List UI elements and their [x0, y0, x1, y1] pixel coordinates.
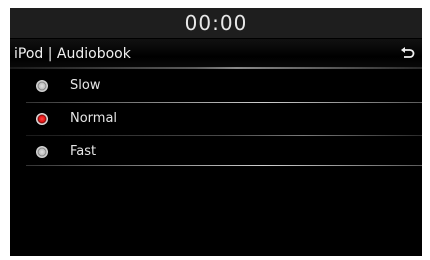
header-divider: [10, 67, 422, 69]
option-label-normal: Normal: [70, 111, 118, 126]
clock: 00:00: [184, 11, 248, 35]
radio-button-normal[interactable]: [36, 113, 48, 125]
radio-button-fast[interactable]: [36, 146, 48, 158]
back-button[interactable]: [400, 46, 416, 62]
status-bar: 00:00: [10, 8, 422, 38]
header-bar: iPod | Audiobook: [10, 39, 422, 69]
option-label-fast: Fast: [70, 144, 97, 159]
option-fast[interactable]: Fast: [10, 136, 422, 168]
option-slow[interactable]: Slow: [10, 70, 422, 102]
audiobook-speed-screen: 00:00 iPod | Audiobook Slow Normal Fast: [10, 8, 422, 256]
option-divider: [26, 165, 422, 166]
return-arrow-icon: [401, 47, 415, 58]
radio-button-slow[interactable]: [36, 80, 48, 92]
option-normal[interactable]: Normal: [10, 103, 422, 135]
option-label-slow: Slow: [70, 78, 101, 93]
page-title: iPod | Audiobook: [14, 46, 131, 62]
